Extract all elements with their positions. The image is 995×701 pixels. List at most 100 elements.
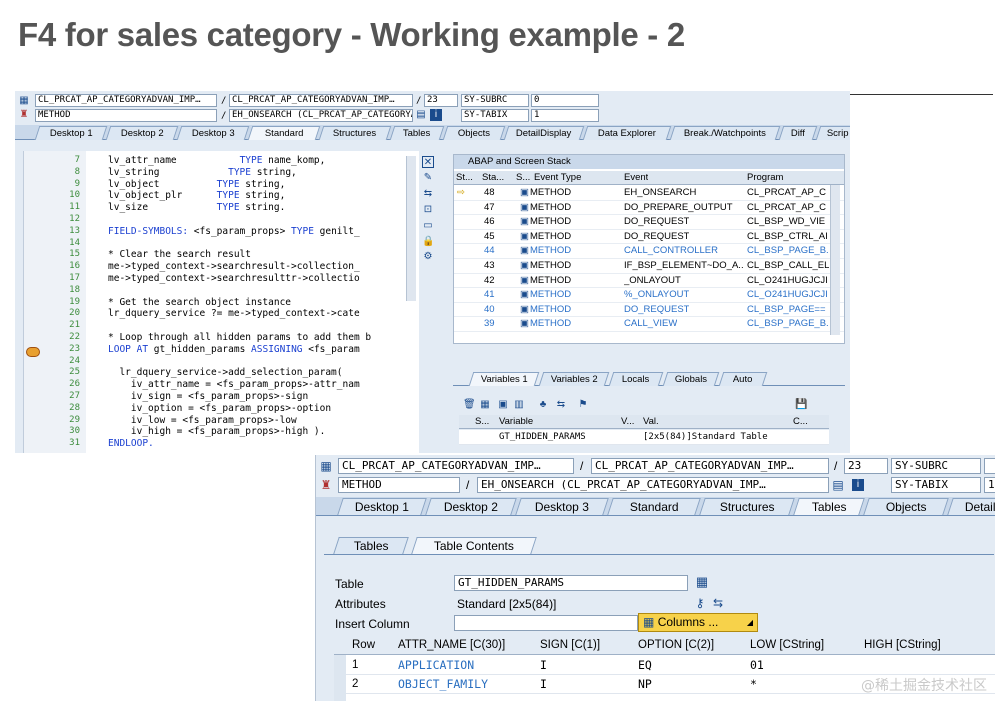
include-field[interactable]: CL_PRCAT_AP_CATEGORYADVAN_IMP… bbox=[229, 94, 413, 107]
maximize-icon[interactable]: ⊡ bbox=[422, 204, 434, 216]
code-line[interactable]: lv_attr_name TYPE name_komp, bbox=[108, 155, 325, 166]
code-line[interactable]: iv_option = <fs_param_props>-option bbox=[108, 403, 331, 414]
event-type[interactable]: METHOD bbox=[530, 201, 571, 215]
lock-icon[interactable]: 🔒 bbox=[422, 236, 434, 248]
event-name[interactable]: CALL_VIEW bbox=[624, 317, 677, 331]
breakpoint-icon[interactable] bbox=[26, 347, 40, 357]
sign-cell[interactable]: I bbox=[540, 656, 547, 674]
program-field[interactable]: CL_PRCAT_AP_CATEGORYADVAN_IMP… bbox=[338, 458, 574, 474]
stack-row[interactable]: ⇨ 48 ▣ METHOD EH_ONSEARCH CL_PRCAT_AP_C bbox=[454, 186, 844, 201]
tab-auto[interactable]: Auto bbox=[718, 372, 768, 386]
tab-globals[interactable]: Globals bbox=[662, 372, 720, 386]
event-type[interactable]: METHOD bbox=[530, 288, 571, 302]
close-icon[interactable]: ✕ bbox=[422, 156, 434, 168]
table-name-input[interactable]: GT_HIDDEN_PARAMS bbox=[454, 575, 688, 591]
tab-script[interactable]: Scrip bbox=[815, 126, 850, 140]
code-line[interactable]: ENDLOOP. bbox=[108, 438, 154, 449]
program-name[interactable]: CL_BSP_WD_VIE bbox=[747, 215, 825, 229]
program-name[interactable]: CL_PRCAT_AP_C bbox=[747, 186, 826, 200]
transfer-icon[interactable]: ⇆ bbox=[712, 597, 724, 609]
col-event-type[interactable]: Event Type bbox=[534, 171, 581, 185]
editor-scrollbar[interactable] bbox=[406, 156, 416, 301]
tab-tables-list[interactable]: Tables bbox=[333, 537, 409, 554]
include-field[interactable]: CL_PRCAT_AP_CATEGORYADVAN_IMP… bbox=[591, 458, 829, 474]
tab-tables[interactable]: Tables bbox=[389, 126, 445, 140]
attr-name-cell[interactable]: APPLICATION bbox=[398, 656, 474, 674]
code-line[interactable]: lr_dquery_service->add_selection_param( bbox=[108, 367, 342, 378]
tab-locals[interactable]: Locals bbox=[608, 372, 664, 386]
stack-level[interactable]: 41 bbox=[484, 288, 495, 302]
display-icon[interactable]: ▤ bbox=[832, 479, 844, 491]
columns-button[interactable]: ▦ Columns ... ◢ bbox=[638, 613, 758, 632]
stack-level[interactable]: 48 bbox=[484, 186, 495, 200]
program-name[interactable]: CL_O241HUGJCJI bbox=[747, 288, 828, 302]
event-field[interactable]: EH_ONSEARCH (CL_PRCAT_AP_CATEGORYADVAN_I… bbox=[477, 477, 829, 493]
code-line[interactable]: me->typed_context->searchresulttr->colle… bbox=[108, 273, 360, 284]
program-name[interactable]: CL_PRCAT_AP_C bbox=[747, 201, 826, 215]
low-cell[interactable]: * bbox=[750, 675, 757, 693]
program-name[interactable]: CL_BSP_PAGE_B. bbox=[747, 317, 829, 331]
tab-structures[interactable]: Structures bbox=[699, 498, 795, 515]
stack-row[interactable]: 42 ▣ METHOD _ONLAYOUT CL_O241HUGJCJI bbox=[454, 274, 844, 289]
stack-row[interactable]: 40 ▣ METHOD DO_REQUEST CL_BSP_PAGE== bbox=[454, 303, 844, 318]
stack-scrollbar[interactable] bbox=[830, 185, 840, 335]
tab-detaildisplay[interactable]: DetailDisplay bbox=[503, 126, 585, 140]
code-line[interactable]: lr_dquery_service ?= me->typed_context->… bbox=[108, 308, 360, 319]
program-name[interactable]: CL_BSP_PAGE_B. bbox=[747, 244, 829, 258]
event-name[interactable]: DO_PREPARE_OUTPUT bbox=[624, 201, 733, 215]
code-line[interactable]: iv_sign = <fs_param_props>-sign bbox=[108, 391, 308, 402]
tab-desktop-3[interactable]: Desktop 3 bbox=[176, 126, 250, 140]
event-type[interactable]: METHOD bbox=[530, 186, 571, 200]
stack-level[interactable]: 47 bbox=[484, 201, 495, 215]
stack-level[interactable]: 42 bbox=[484, 274, 495, 288]
line-field[interactable]: 23 bbox=[844, 458, 888, 474]
stack-row[interactable]: 41 ▣ METHOD %_ONLAYOUT CL_O241HUGJCJI bbox=[454, 288, 844, 303]
event-name[interactable]: DO_REQUEST bbox=[624, 215, 689, 229]
event-type[interactable]: METHOD bbox=[530, 317, 571, 331]
stack-row[interactable]: 43 ▣ METHOD IF_BSP_ELEMENT~DO_A.. CL_BSP_CAL… bbox=[454, 259, 844, 274]
col-v[interactable]: V... bbox=[621, 415, 634, 429]
tab-diff[interactable]: Diff bbox=[778, 126, 818, 140]
code-line[interactable]: iv_high = <fs_param_props>-high ). bbox=[108, 426, 325, 437]
tab-desktop-2[interactable]: Desktop 2 bbox=[105, 126, 179, 140]
stack-level[interactable]: 40 bbox=[484, 303, 495, 317]
sign-cell[interactable]: I bbox=[540, 675, 547, 693]
event-type-field[interactable]: METHOD bbox=[35, 109, 217, 122]
event-type[interactable]: METHOD bbox=[530, 259, 571, 273]
col-s[interactable]: S... bbox=[516, 171, 530, 185]
key-icon[interactable]: ⚷ bbox=[694, 597, 706, 609]
stack-level[interactable]: 46 bbox=[484, 215, 495, 229]
col-val[interactable]: Val. bbox=[643, 415, 659, 429]
col-row[interactable]: Row bbox=[352, 636, 375, 654]
event-type[interactable]: METHOD bbox=[530, 303, 571, 317]
col-sta[interactable]: Sta... bbox=[482, 171, 504, 185]
source-editor[interactable]: 7 lv_attr_name TYPE name_komp, 8 lv_string … bbox=[23, 151, 419, 453]
stack-level[interactable]: 45 bbox=[484, 230, 495, 244]
stack-level[interactable]: 43 bbox=[484, 259, 495, 273]
code-line[interactable]: lv_object_plr TYPE string, bbox=[108, 190, 285, 201]
code-line[interactable]: iv_attr_name = <fs_param_props>-attr_nam bbox=[108, 379, 360, 390]
event-name[interactable]: IF_BSP_ELEMENT~DO_A.. bbox=[624, 259, 744, 273]
tab-desktop-1[interactable]: Desktop 1 bbox=[337, 498, 427, 515]
variable-name[interactable]: GT_HIDDEN_PARAMS bbox=[499, 430, 586, 444]
tab-standard[interactable]: Standard bbox=[607, 498, 701, 515]
tab-tables[interactable]: Tables bbox=[793, 498, 865, 515]
col-low[interactable]: LOW [CString] bbox=[750, 636, 824, 654]
event-name[interactable]: DO_REQUEST bbox=[624, 230, 689, 244]
row-number[interactable]: 2 bbox=[352, 675, 358, 693]
event-type[interactable]: METHOD bbox=[530, 274, 571, 288]
low-cell[interactable]: 01 bbox=[750, 656, 764, 674]
tab-standard[interactable]: Standard bbox=[247, 126, 321, 140]
code-line[interactable]: iv_low = <fs_param_props>-low bbox=[108, 415, 297, 426]
code-line[interactable]: lv_string TYPE string, bbox=[108, 167, 297, 178]
stack-row[interactable]: 46 ▣ METHOD DO_REQUEST CL_BSP_WD_VIE bbox=[454, 215, 844, 230]
event-name[interactable]: CALL_CONTROLLER bbox=[624, 244, 718, 258]
table-row[interactable]: 1 APPLICATION I EQ 01 bbox=[334, 656, 995, 675]
attr-name-cell[interactable]: OBJECT_FAMILY bbox=[398, 675, 488, 693]
stack-level[interactable]: 39 bbox=[484, 317, 495, 331]
code-line[interactable]: lv_size TYPE string. bbox=[108, 202, 285, 213]
option-cell[interactable]: EQ bbox=[638, 656, 652, 674]
tab-breakpoints[interactable]: Break./Watchpoints bbox=[669, 126, 781, 140]
variable-value[interactable]: [2x5(84)]Standard Table bbox=[643, 430, 768, 444]
tab-desktop-1[interactable]: Desktop 1 bbox=[34, 126, 108, 140]
